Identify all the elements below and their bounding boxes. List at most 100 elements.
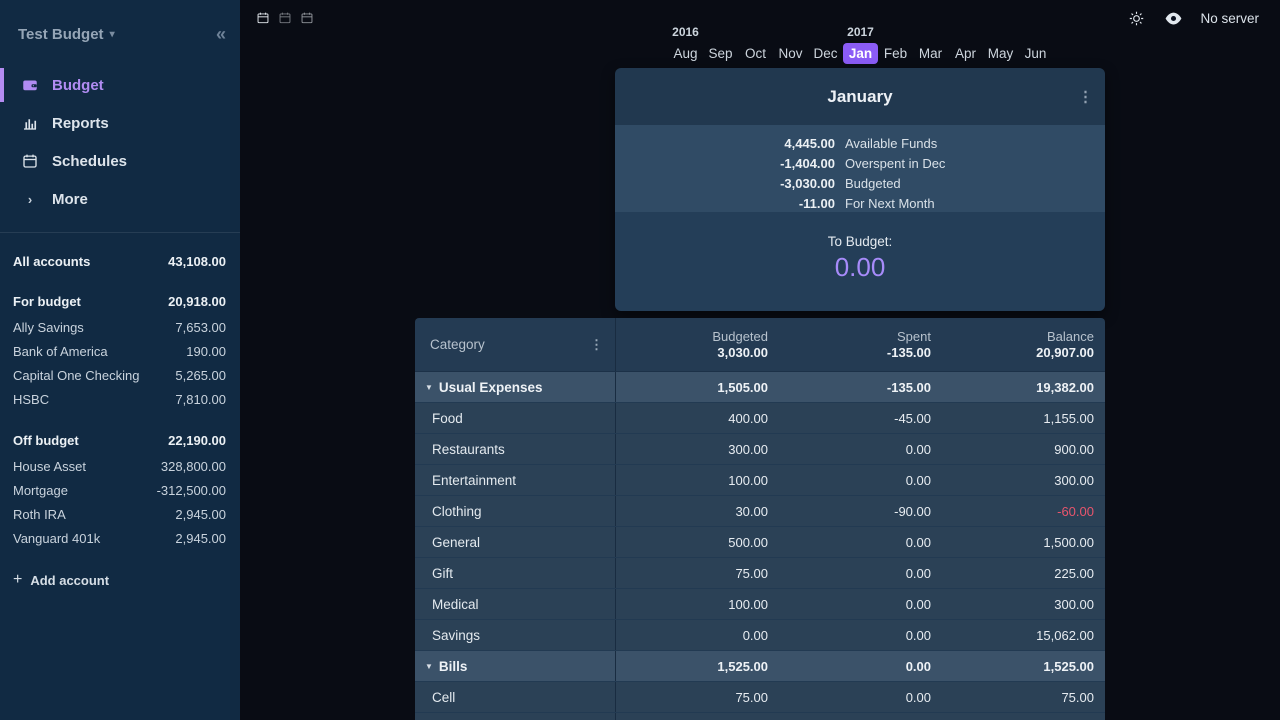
account-item[interactable]: Mortgage-312,500.00 bbox=[13, 478, 226, 502]
category-row-medical[interactable]: Medical100.000.00300.00 bbox=[415, 589, 1105, 620]
category-row-entertainment[interactable]: Entertainment100.000.00300.00 bbox=[415, 465, 1105, 496]
column-header-spent[interactable]: Spent-135.00 bbox=[779, 318, 942, 371]
category-row-clothing[interactable]: Clothing30.00-90.00-60.00 bbox=[415, 496, 1105, 527]
month-oct[interactable]: Oct bbox=[738, 43, 773, 64]
spent-cell[interactable]: 0.00 bbox=[779, 651, 942, 681]
balance-cell[interactable]: 1,155.00 bbox=[942, 403, 1105, 433]
balance-cell[interactable]: 300.00 bbox=[942, 465, 1105, 495]
balance-cell[interactable]: 225.00 bbox=[942, 558, 1105, 588]
spent-cell[interactable]: 0.00 bbox=[779, 527, 942, 557]
balance-cell[interactable]: 300.00 bbox=[942, 589, 1105, 619]
budgeted-cell[interactable]: 1,505.00 bbox=[616, 372, 779, 402]
month-jun[interactable]: Jun bbox=[1018, 43, 1053, 64]
sun-icon[interactable] bbox=[1126, 8, 1146, 28]
balance-cell[interactable]: 900.00 bbox=[942, 434, 1105, 464]
account-item[interactable]: Roth IRA2,945.00 bbox=[13, 502, 226, 526]
budgeted-cell[interactable]: 500.00 bbox=[616, 527, 779, 557]
budgeted-cell[interactable]: 100.00 bbox=[616, 589, 779, 619]
spent-cell[interactable]: 0.00 bbox=[779, 558, 942, 588]
category-menu-kebab-icon[interactable]: ⋮ bbox=[590, 337, 603, 353]
sidebar-item-more[interactable]: › More bbox=[0, 180, 240, 218]
spent-cell[interactable]: 0.00 bbox=[779, 620, 942, 650]
account-group-for-budget[interactable]: For budget20,918.00 bbox=[13, 287, 226, 315]
balance-cell[interactable]: 1,525.00 bbox=[942, 651, 1105, 681]
category-name-cell[interactable]: Medical bbox=[415, 589, 616, 619]
balance-cell[interactable]: 75.00 bbox=[942, 682, 1105, 712]
category-name-cell[interactable]: Entertainment bbox=[415, 465, 616, 495]
budgeted-cell[interactable]: 300.00 bbox=[616, 434, 779, 464]
sidebar-item-budget[interactable]: Budget bbox=[0, 66, 240, 104]
add-account-button[interactable]: +Add account bbox=[13, 571, 226, 589]
balance-cell[interactable]: 19,382.00 bbox=[942, 372, 1105, 402]
month-jan-selected[interactable]: Jan bbox=[843, 43, 878, 64]
account-item[interactable]: Vanguard 401k2,945.00 bbox=[13, 526, 226, 550]
month-menu-kebab-icon[interactable]: ⋮ bbox=[1078, 89, 1093, 104]
budgeted-cell[interactable]: 400.00 bbox=[616, 403, 779, 433]
month-nov[interactable]: Nov bbox=[773, 43, 808, 64]
spent-cell[interactable]: -45.00 bbox=[779, 403, 942, 433]
budgeted-cell[interactable]: 1,525.00 bbox=[616, 651, 779, 681]
month-dec[interactable]: Dec bbox=[808, 43, 843, 64]
balance-cell[interactable]: -60.00 bbox=[942, 496, 1105, 526]
budgeted-cell[interactable]: 100.00 bbox=[616, 465, 779, 495]
account-item[interactable]: House Asset328,800.00 bbox=[13, 454, 226, 478]
column-header-budgeted[interactable]: Budgeted3,030.00 bbox=[616, 318, 779, 371]
category-group-row-bills[interactable]: ▼Bills1,525.000.001,525.00 bbox=[415, 651, 1105, 682]
eye-icon[interactable] bbox=[1163, 8, 1183, 28]
column-header-balance[interactable]: Balance20,907.00 bbox=[942, 318, 1105, 371]
category-row-savings[interactable]: Savings0.000.0015,062.00 bbox=[415, 620, 1105, 651]
spent-cell[interactable]: 0.00 bbox=[779, 434, 942, 464]
account-item[interactable]: Ally Savings7,653.00 bbox=[13, 315, 226, 339]
budget-file-switcher[interactable]: Test Budget ▾ bbox=[18, 26, 115, 43]
to-budget-amount[interactable]: 0.00 bbox=[615, 252, 1105, 283]
month-aug[interactable]: Aug bbox=[668, 43, 703, 64]
accounts-list: All accounts43,108.00 For budget20,918.00… bbox=[0, 233, 240, 589]
category-row-food[interactable]: Food400.00-45.001,155.00 bbox=[415, 403, 1105, 434]
balance-cell[interactable]: 15,062.00 bbox=[942, 620, 1105, 650]
account-item[interactable]: Bank of America190.00 bbox=[13, 339, 226, 363]
category-row-gift[interactable]: Gift75.000.00225.00 bbox=[415, 558, 1105, 589]
category-name-cell[interactable]: General bbox=[415, 527, 616, 557]
category-row-general[interactable]: General500.000.001,500.00 bbox=[415, 527, 1105, 558]
month-feb[interactable]: Feb bbox=[878, 43, 913, 64]
calendar-3-month-icon[interactable] bbox=[298, 10, 315, 26]
category-group-name-cell[interactable]: ▼Bills bbox=[415, 651, 616, 681]
category-name-cell[interactable]: Cell bbox=[415, 682, 616, 712]
collapse-triangle-icon[interactable]: ▼ bbox=[425, 383, 433, 392]
month-may[interactable]: May bbox=[983, 43, 1018, 64]
account-item[interactable]: HSBC7,810.00 bbox=[13, 387, 226, 411]
category-group-name-cell[interactable]: ▼Usual Expenses bbox=[415, 372, 616, 402]
account-group-off-budget[interactable]: Off budget22,190.00 bbox=[13, 426, 226, 454]
budgeted-cell[interactable]: 30.00 bbox=[616, 496, 779, 526]
month-apr[interactable]: Apr bbox=[948, 43, 983, 64]
category-name-cell[interactable]: Gift bbox=[415, 558, 616, 588]
category-row-restaurants[interactable]: Restaurants300.000.00900.00 bbox=[415, 434, 1105, 465]
balance-cell[interactable]: 1,500.00 bbox=[942, 527, 1105, 557]
sidebar-item-reports[interactable]: Reports bbox=[0, 104, 240, 142]
sidebar-item-schedules[interactable]: Schedules bbox=[0, 142, 240, 180]
category-group-row-usual-expenses[interactable]: ▼Usual Expenses1,505.00-135.0019,382.00 bbox=[415, 372, 1105, 403]
category-name-cell[interactable]: Food bbox=[415, 403, 616, 433]
spent-cell[interactable]: 0.00 bbox=[779, 465, 942, 495]
spent-cell[interactable]: 0.00 bbox=[779, 682, 942, 712]
column-label: Balance bbox=[1047, 329, 1094, 344]
server-status-button[interactable]: No server bbox=[1200, 11, 1259, 26]
category-row-cell[interactable]: Cell75.000.0075.00 bbox=[415, 682, 1105, 713]
spent-cell[interactable]: 0.00 bbox=[779, 589, 942, 619]
category-name-cell[interactable]: Savings bbox=[415, 620, 616, 650]
budgeted-cell[interactable]: 75.00 bbox=[616, 558, 779, 588]
account-item[interactable]: Capital One Checking5,265.00 bbox=[13, 363, 226, 387]
collapse-sidebar-button[interactable]: « bbox=[216, 24, 224, 45]
collapse-triangle-icon[interactable]: ▼ bbox=[425, 662, 433, 671]
calendar-1-month-icon[interactable] bbox=[254, 10, 271, 26]
month-sep[interactable]: Sep bbox=[703, 43, 738, 64]
spent-cell[interactable]: -90.00 bbox=[779, 496, 942, 526]
month-mar[interactable]: Mar bbox=[913, 43, 948, 64]
budgeted-cell[interactable]: 75.00 bbox=[616, 682, 779, 712]
spent-cell[interactable]: -135.00 bbox=[779, 372, 942, 402]
budgeted-cell[interactable]: 0.00 bbox=[616, 620, 779, 650]
category-name-cell[interactable]: Clothing bbox=[415, 496, 616, 526]
calendar-2-month-icon[interactable] bbox=[276, 10, 293, 26]
category-name-cell[interactable]: Restaurants bbox=[415, 434, 616, 464]
account-item-all-accounts[interactable]: All accounts43,108.00 bbox=[13, 247, 226, 275]
